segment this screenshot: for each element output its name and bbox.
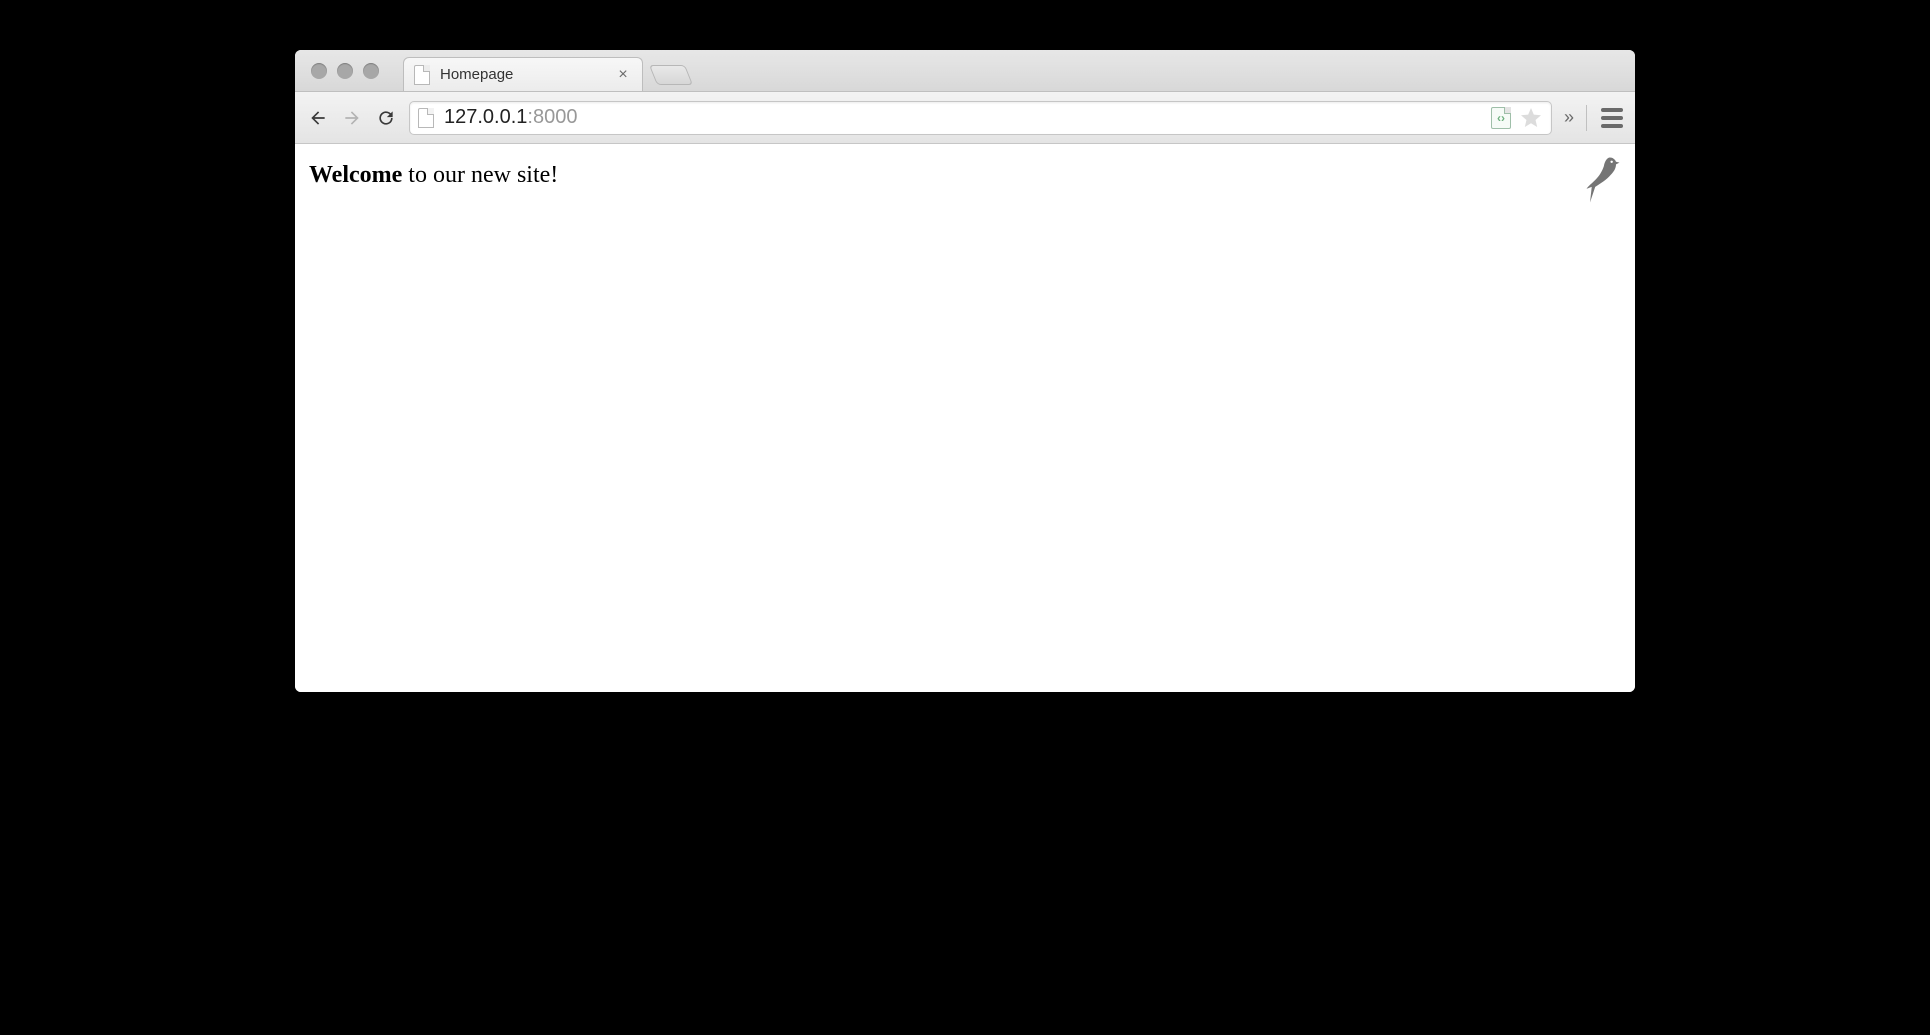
browser-tab[interactable]: Homepage ×	[403, 57, 643, 91]
page-icon	[414, 65, 430, 85]
back-button[interactable]	[307, 107, 329, 129]
welcome-text: Welcome to our new site!	[309, 162, 1621, 189]
tab-strip: Homepage ×	[295, 50, 1635, 92]
close-tab-icon[interactable]: ×	[614, 66, 632, 84]
overflow-icon[interactable]: »	[1564, 107, 1572, 128]
window-minimize-button[interactable]	[337, 63, 353, 79]
separator	[1586, 105, 1587, 131]
welcome-rest: to our new site!	[402, 162, 558, 188]
menu-bar-icon	[1601, 108, 1623, 112]
url-text[interactable]: 127.0.0.1:8000	[444, 106, 1481, 129]
window-maximize-button[interactable]	[363, 63, 379, 79]
new-tab-button[interactable]	[649, 65, 693, 85]
url-port: :8000	[527, 106, 577, 128]
menu-bar-icon	[1601, 124, 1623, 128]
page-icon	[418, 108, 434, 128]
browser-toolbar: 127.0.0.1:8000 ‹› »	[295, 92, 1635, 144]
reload-button[interactable]	[375, 107, 397, 129]
address-bar[interactable]: 127.0.0.1:8000 ‹›	[409, 101, 1552, 135]
toolbar-right: »	[1564, 105, 1623, 131]
arrow-left-icon	[308, 108, 328, 128]
menu-bar-icon	[1601, 116, 1623, 120]
browser-window: Homepage × 127.0.0.1:8000 ‹›	[295, 50, 1635, 692]
page-viewport: Welcome to our new site!	[295, 144, 1635, 692]
tab-title: Homepage	[440, 66, 604, 83]
address-bar-actions: ‹›	[1491, 106, 1543, 130]
welcome-bold: Welcome	[309, 162, 402, 188]
menu-button[interactable]	[1601, 108, 1623, 128]
url-host: 127.0.0.1	[444, 106, 527, 128]
window-close-button[interactable]	[311, 63, 327, 79]
bookmark-star-icon[interactable]	[1519, 106, 1543, 130]
wagtail-bird-icon[interactable]	[1585, 154, 1621, 213]
window-controls	[311, 63, 379, 79]
devtools-icon[interactable]: ‹›	[1491, 107, 1511, 129]
forward-button[interactable]	[341, 107, 363, 129]
reload-icon	[376, 108, 396, 128]
arrow-right-icon	[342, 108, 362, 128]
